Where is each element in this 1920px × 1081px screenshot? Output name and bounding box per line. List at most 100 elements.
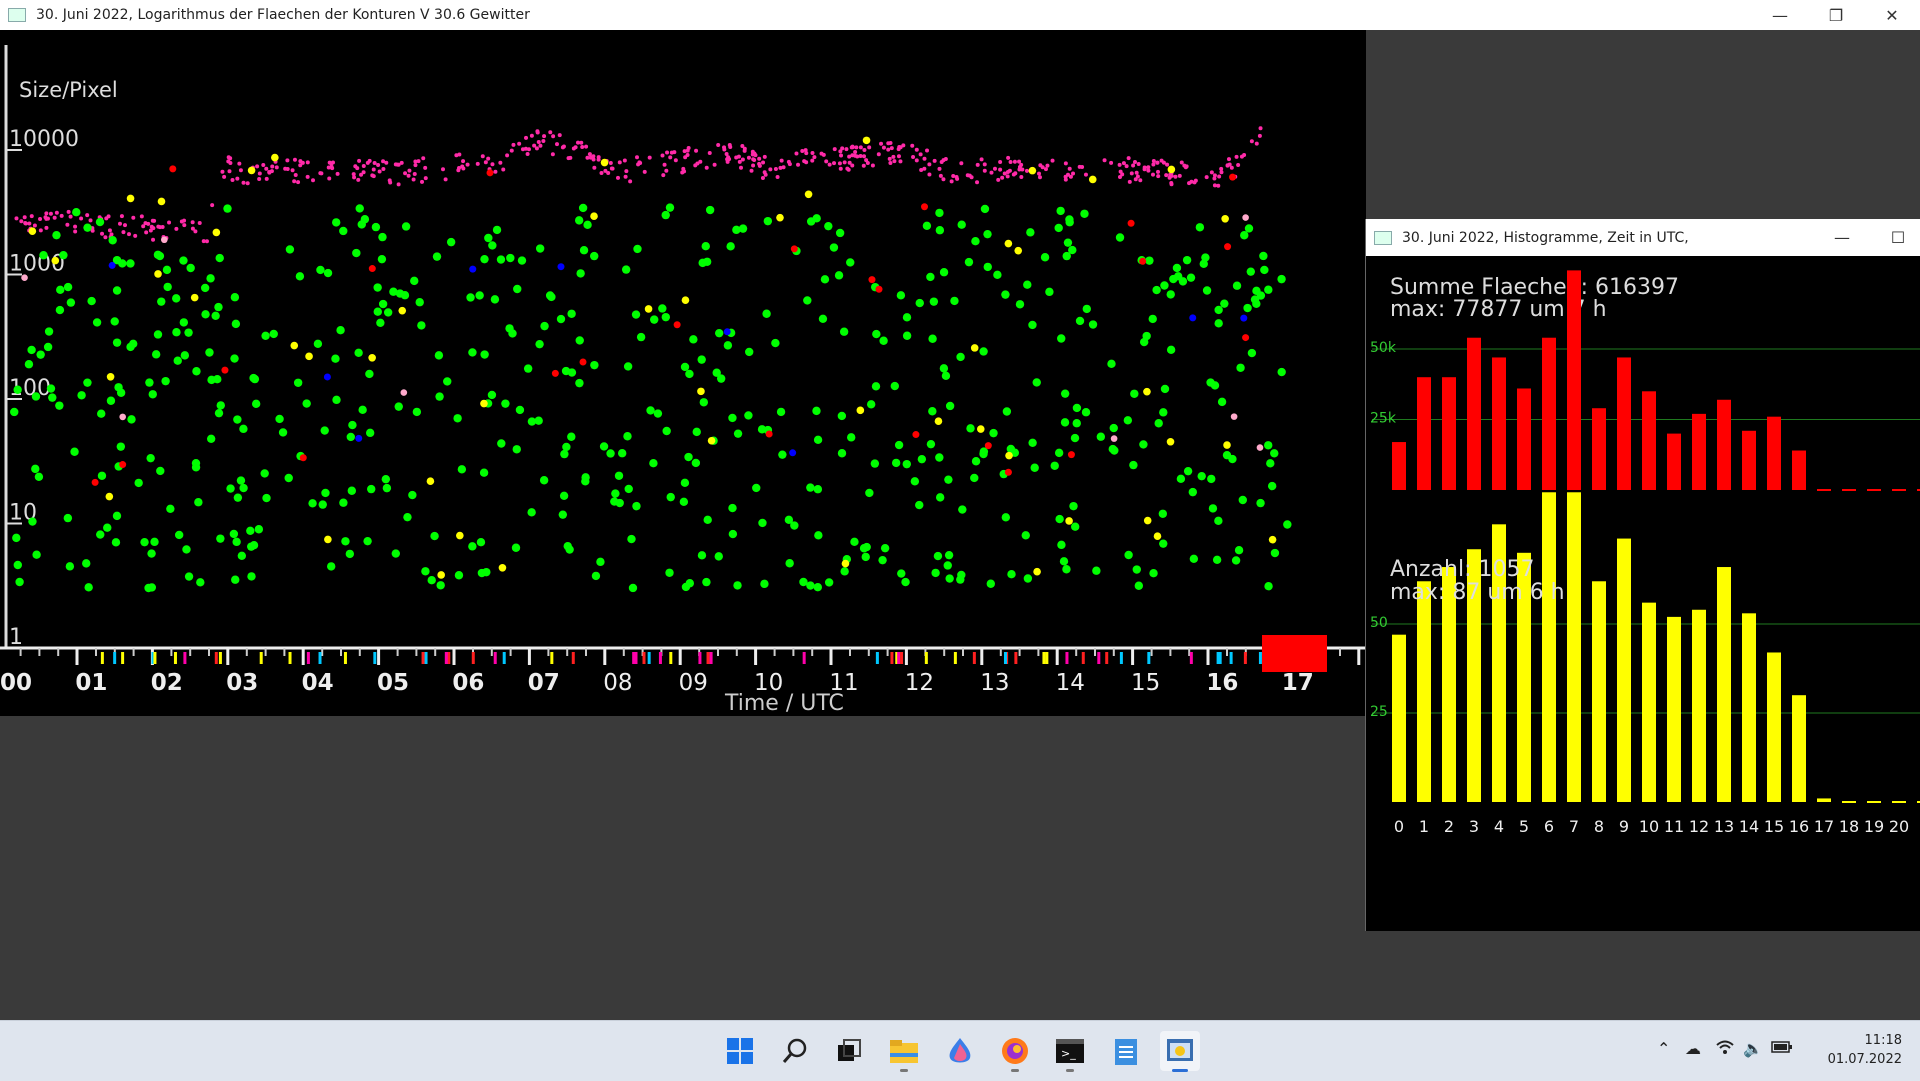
green-point [1139, 440, 1148, 449]
green-point [837, 411, 847, 421]
firefox-icon[interactable] [995, 1031, 1035, 1072]
windows-start-icon[interactable] [720, 1031, 760, 1071]
chevron-up-icon[interactable]: ⌃ [1657, 1039, 1670, 1058]
green-point [1129, 460, 1138, 470]
yellow-bar [1592, 581, 1606, 802]
green-point [36, 350, 45, 359]
green-point [302, 399, 311, 408]
x-tick-label: 01 [75, 670, 107, 696]
green-point [1109, 423, 1118, 433]
green-point [106, 396, 116, 405]
green-point [872, 329, 881, 339]
band-point [1155, 169, 1160, 174]
restore-button[interactable]: ❐ [1808, 6, 1864, 25]
yellow-point [1005, 451, 1013, 460]
task-view-icon[interactable] [829, 1031, 869, 1071]
green-point [1270, 449, 1279, 458]
green-point [866, 400, 876, 409]
x-tick-label: 17 [1814, 817, 1834, 836]
red-point [1139, 257, 1147, 265]
paint-icon[interactable] [940, 1031, 980, 1071]
green-point [211, 311, 220, 321]
green-point [1214, 305, 1223, 315]
terminal-icon[interactable]: >_ [1050, 1031, 1090, 1072]
band-point [100, 231, 105, 236]
green-point [365, 369, 374, 379]
band-point [938, 173, 943, 178]
green-point [1124, 550, 1133, 560]
wifi-icon[interactable] [1716, 1039, 1734, 1059]
maximize-button[interactable]: ☐ [1870, 228, 1920, 247]
band-point [261, 162, 266, 167]
yellow-point [105, 492, 114, 501]
band-point [270, 164, 275, 169]
green-point [583, 220, 592, 230]
green-point [336, 325, 345, 335]
band-point [73, 229, 78, 234]
band-point [85, 213, 90, 218]
green-point [157, 297, 166, 306]
red-point [299, 454, 307, 462]
x-tick-label: 7 [1569, 817, 1579, 836]
green-point [929, 297, 939, 306]
x-tick-label: 15 [1131, 670, 1160, 696]
band-point [617, 160, 622, 165]
band-point [693, 163, 698, 168]
close-button[interactable]: ✕ [1864, 6, 1920, 25]
python-icon[interactable] [1160, 1031, 1200, 1072]
band-point [804, 151, 809, 156]
green-point [1160, 281, 1169, 290]
band-point [975, 162, 980, 167]
green-point [627, 534, 636, 544]
yellow-point [212, 228, 221, 237]
band-point [1168, 172, 1173, 177]
histogram-window-title: 30. Juni 2022, Histogramme, Zeit in UTC, [1402, 229, 1689, 246]
green-point [806, 483, 815, 492]
green-point [778, 450, 787, 459]
file-explorer-icon[interactable] [884, 1031, 924, 1072]
band-point [751, 163, 756, 168]
band-point [443, 177, 448, 182]
x-tick-label: 12 [905, 670, 934, 696]
band-point [740, 157, 745, 162]
green-point [1092, 566, 1101, 575]
yellow-point [970, 344, 979, 352]
yellow-point [498, 563, 507, 572]
minimize-button[interactable]: — [1752, 6, 1808, 25]
green-point [935, 208, 944, 218]
green-point [835, 228, 845, 238]
band-point [927, 172, 932, 177]
y-tick-label: 50k [1370, 340, 1397, 356]
band-point [396, 182, 401, 187]
band-point [1217, 174, 1222, 179]
x-axis-label: Time / UTC [724, 691, 844, 716]
volume-icon[interactable]: 🔈 [1743, 1039, 1763, 1058]
minimize-button[interactable]: — [1814, 228, 1870, 247]
band-point [121, 230, 126, 235]
yellow-point [697, 387, 705, 396]
green-point [957, 570, 966, 580]
band-point [1011, 172, 1016, 177]
notepad-icon[interactable] [1106, 1031, 1146, 1071]
band-point [662, 162, 667, 167]
yellow-point [644, 305, 653, 313]
green-point [378, 299, 388, 309]
cloud-icon[interactable]: ☁ [1685, 1039, 1701, 1058]
battery-icon[interactable] [1771, 1039, 1793, 1058]
green-point [1283, 520, 1292, 529]
green-point [726, 242, 735, 251]
green-point [1050, 461, 1059, 470]
yellow-point [305, 352, 313, 361]
system-clock[interactable]: 11:18 01.07.2022 [1828, 1031, 1902, 1069]
band-point [1129, 171, 1134, 176]
green-point [172, 294, 181, 303]
band-point [1071, 171, 1076, 176]
green-point [191, 458, 201, 468]
green-point [373, 307, 382, 316]
band-point [357, 158, 362, 163]
band-point [610, 166, 615, 171]
green-point [861, 552, 870, 562]
green-point [1062, 251, 1071, 261]
band-point [182, 223, 187, 228]
search-icon[interactable] [775, 1031, 815, 1071]
